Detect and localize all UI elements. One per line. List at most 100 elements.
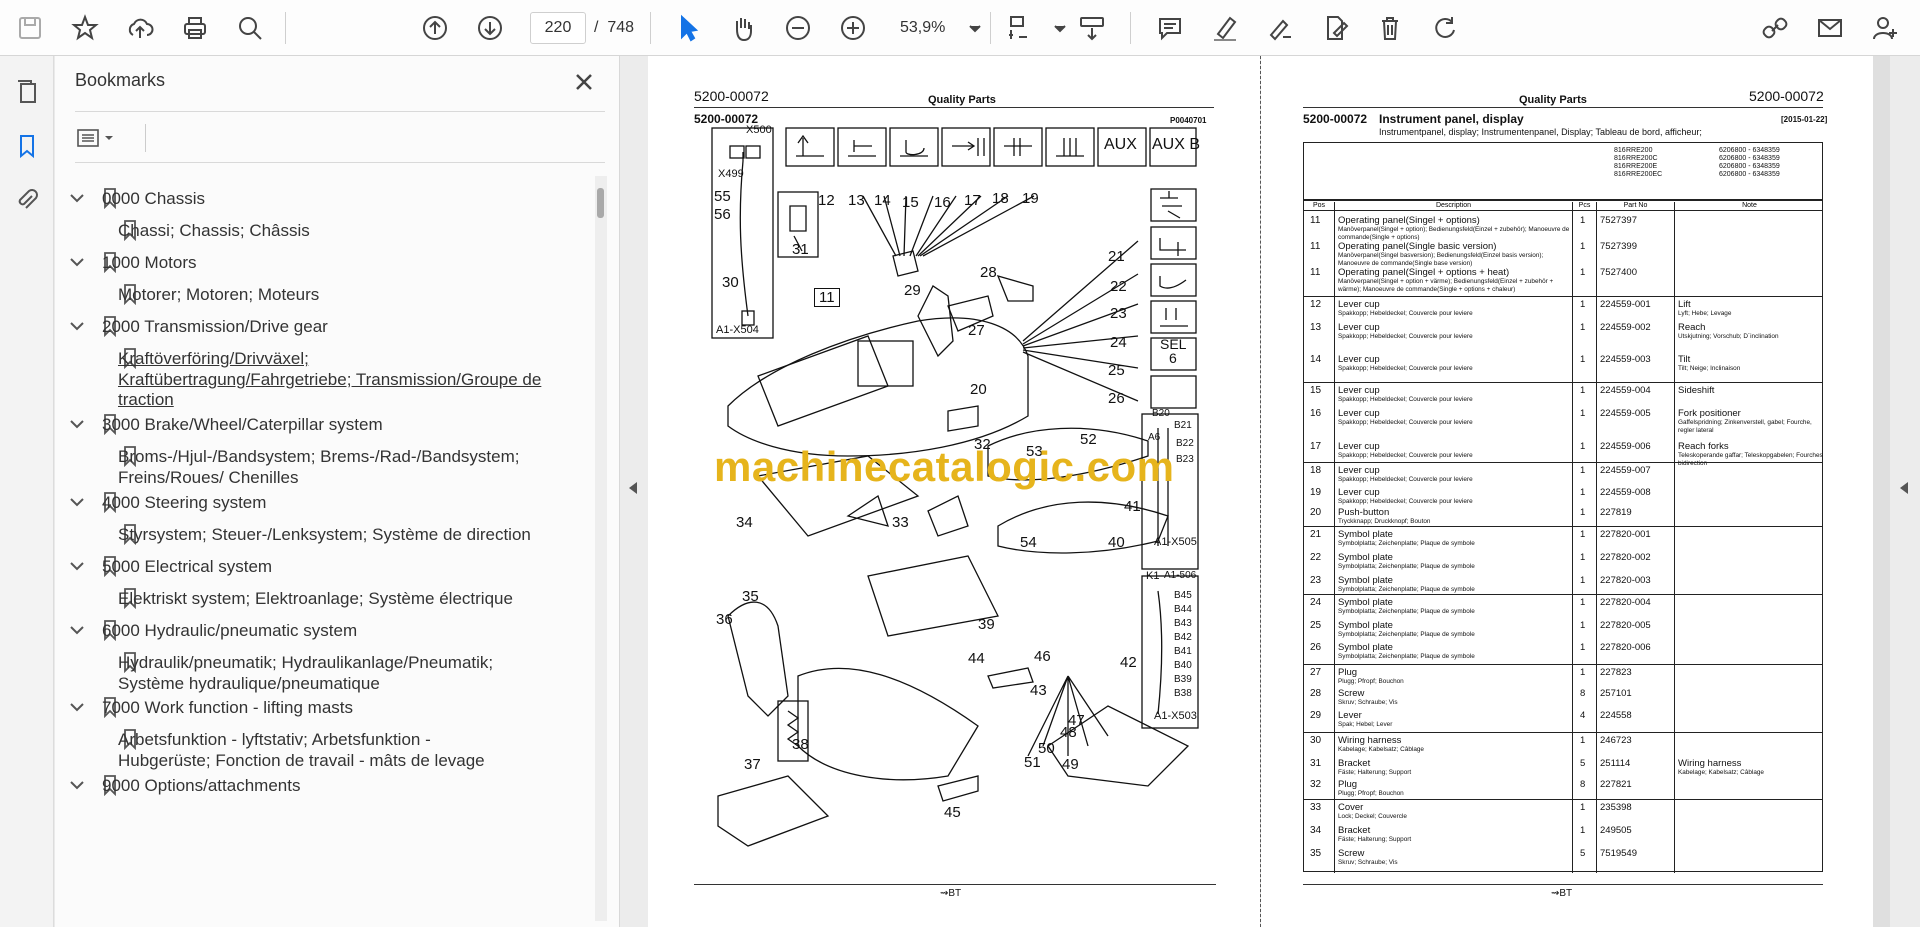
bookmarks-panel: Bookmarks 0000 Chassis Chassi; Chassis; C… [55, 56, 620, 927]
parts-table: Pos Description Pcs Part No Note 11 Operating … [1303, 200, 1823, 873]
chevron-down-icon[interactable] [67, 316, 87, 336]
cell-part: 227820-004 [1600, 597, 1651, 608]
pages-thumbnail-icon[interactable] [7, 72, 47, 112]
cell-part: 224559-003 [1600, 354, 1651, 365]
email-icon[interactable] [1810, 8, 1850, 48]
cell-pos: 32 [1310, 779, 1322, 790]
callout-number: 31 [792, 241, 809, 258]
callout-number: 40 [1108, 534, 1125, 551]
delete-trash-icon[interactable] [1370, 8, 1410, 48]
callout-number: 17 [964, 192, 981, 209]
column-rule [1572, 211, 1573, 873]
hand-tool-icon[interactable] [723, 8, 763, 48]
cell-desc-translation: Spakkopp; Hebeldeckel; Couvercle pour le… [1338, 396, 1473, 403]
share-link-icon[interactable] [1755, 8, 1795, 48]
panel-scroll-track[interactable] [595, 176, 607, 921]
collapse-right-panel[interactable] [1890, 56, 1920, 927]
callout-number: 54 [1020, 534, 1037, 551]
select-cursor-icon[interactable] [668, 8, 708, 48]
print-icon[interactable] [175, 8, 215, 48]
cell-desc: Lever cup [1338, 487, 1380, 498]
chevron-down-icon[interactable] [955, 8, 995, 48]
chevron-down-icon[interactable] [67, 620, 87, 640]
cell-pcs: 1 [1580, 667, 1586, 678]
comment-icon[interactable] [1150, 8, 1190, 48]
save-icon[interactable] [10, 8, 50, 48]
cell-note: Reach forks [1678, 441, 1729, 452]
edit-document-icon[interactable] [1315, 8, 1355, 48]
group-rule [1304, 526, 1822, 527]
cell-desc-translation: Spakkopp; Hebeldeckel; Couvercle pour le… [1338, 365, 1473, 372]
cell-desc-translation: Skruv; Schraube; Vis [1338, 699, 1398, 706]
model-cell: 816 [1614, 163, 1626, 170]
cell-desc: Operating panel(Singel + options) [1338, 215, 1480, 226]
cell-desc: Push-button [1338, 507, 1390, 518]
callout-number: 37 [744, 756, 761, 773]
scroll-mode-icon[interactable] [1072, 8, 1112, 48]
star-icon[interactable] [65, 8, 105, 48]
page-total: / 748 [594, 19, 635, 36]
cell-pcs: 8 [1580, 779, 1586, 790]
callout-number: 44 [968, 650, 985, 667]
chevron-down-icon[interactable] [67, 697, 87, 717]
highlight-pen-icon[interactable] [1205, 8, 1245, 48]
cell-pos: 13 [1310, 322, 1322, 333]
cell-desc: Lever cup [1338, 441, 1380, 452]
chevron-down-icon[interactable] [67, 492, 87, 512]
cell-desc-translation: Plugg; Pfropf; Bouchon [1338, 678, 1404, 685]
cell-desc-translation: Skruv; Schraube; Vis [1338, 859, 1398, 866]
model-cell: RRE200C [1626, 155, 1658, 162]
cell-note-translation: Kabelage; Kabelsatz; Câblage [1678, 769, 1764, 776]
fit-page-icon[interactable] [1000, 8, 1040, 48]
attachments-paperclip-icon[interactable] [7, 180, 47, 220]
cell-note: Sideshift [1678, 385, 1715, 396]
zoom-in-icon[interactable] [833, 8, 873, 48]
cell-part: 224559-004 [1600, 385, 1651, 396]
connector-label: B44 [1174, 604, 1192, 615]
toolbar-divider [650, 12, 651, 44]
callout-number: 34 [736, 514, 753, 531]
zoom-search-icon[interactable] [230, 8, 270, 48]
cell-part: 224559-002 [1600, 322, 1651, 333]
bookmark-label: Hubgerüste; Fonction de travail - mâts d… [118, 751, 485, 770]
add-user-icon[interactable] [1865, 8, 1905, 48]
callout-number: 19 [1022, 190, 1039, 207]
model-row: 816 RRE200E 6206800 - 6348359 [1614, 163, 1824, 171]
zoom-out-icon[interactable] [778, 8, 818, 48]
cell-pos: 17 [1310, 441, 1322, 452]
bookmark-options-menu[interactable] [75, 122, 131, 154]
sign-pen-icon[interactable] [1260, 8, 1300, 48]
navigation-rail [0, 56, 54, 927]
page-down-icon[interactable] [470, 8, 510, 48]
cell-pos: 33 [1310, 802, 1322, 813]
symbol-aux: AUX [1104, 136, 1137, 153]
connector-label: B39 [1174, 674, 1192, 685]
cell-part: 227819 [1600, 507, 1632, 518]
group-rule [1304, 732, 1822, 733]
cell-note: Wiring harness [1678, 758, 1742, 769]
collapse-left-panel[interactable] [620, 56, 648, 927]
cell-desc: Lever cup [1338, 408, 1380, 419]
panel-scrollbar-thumb[interactable] [597, 188, 604, 218]
chevron-down-icon[interactable] [67, 414, 87, 434]
page-number-input[interactable]: 220 [530, 12, 586, 44]
chevron-down-icon[interactable] [67, 775, 87, 795]
connector-label: B43 [1174, 618, 1192, 629]
chevron-down-icon[interactable] [67, 556, 87, 576]
chevron-down-icon[interactable] [67, 188, 87, 208]
chevron-down-icon[interactable] [67, 252, 87, 272]
cell-pcs: 1 [1580, 802, 1586, 813]
cell-pcs: 1 [1580, 597, 1586, 608]
callout-number: 23 [1110, 305, 1127, 322]
table-title: Instrument panel, display [1379, 112, 1524, 126]
redo-icon[interactable] [1425, 8, 1465, 48]
page-up-icon[interactable] [415, 8, 455, 48]
cell-desc: Screw [1338, 848, 1365, 859]
upload-cloud-icon[interactable] [120, 8, 160, 48]
bookmark-panel-icon[interactable] [7, 126, 47, 166]
cell-pos: 21 [1310, 529, 1322, 540]
cell-part: 249505 [1600, 825, 1632, 836]
callout-number: 12 [818, 192, 835, 209]
close-icon[interactable] [570, 68, 598, 96]
cell-desc: Operating panel(Single basic version) [1338, 241, 1497, 252]
